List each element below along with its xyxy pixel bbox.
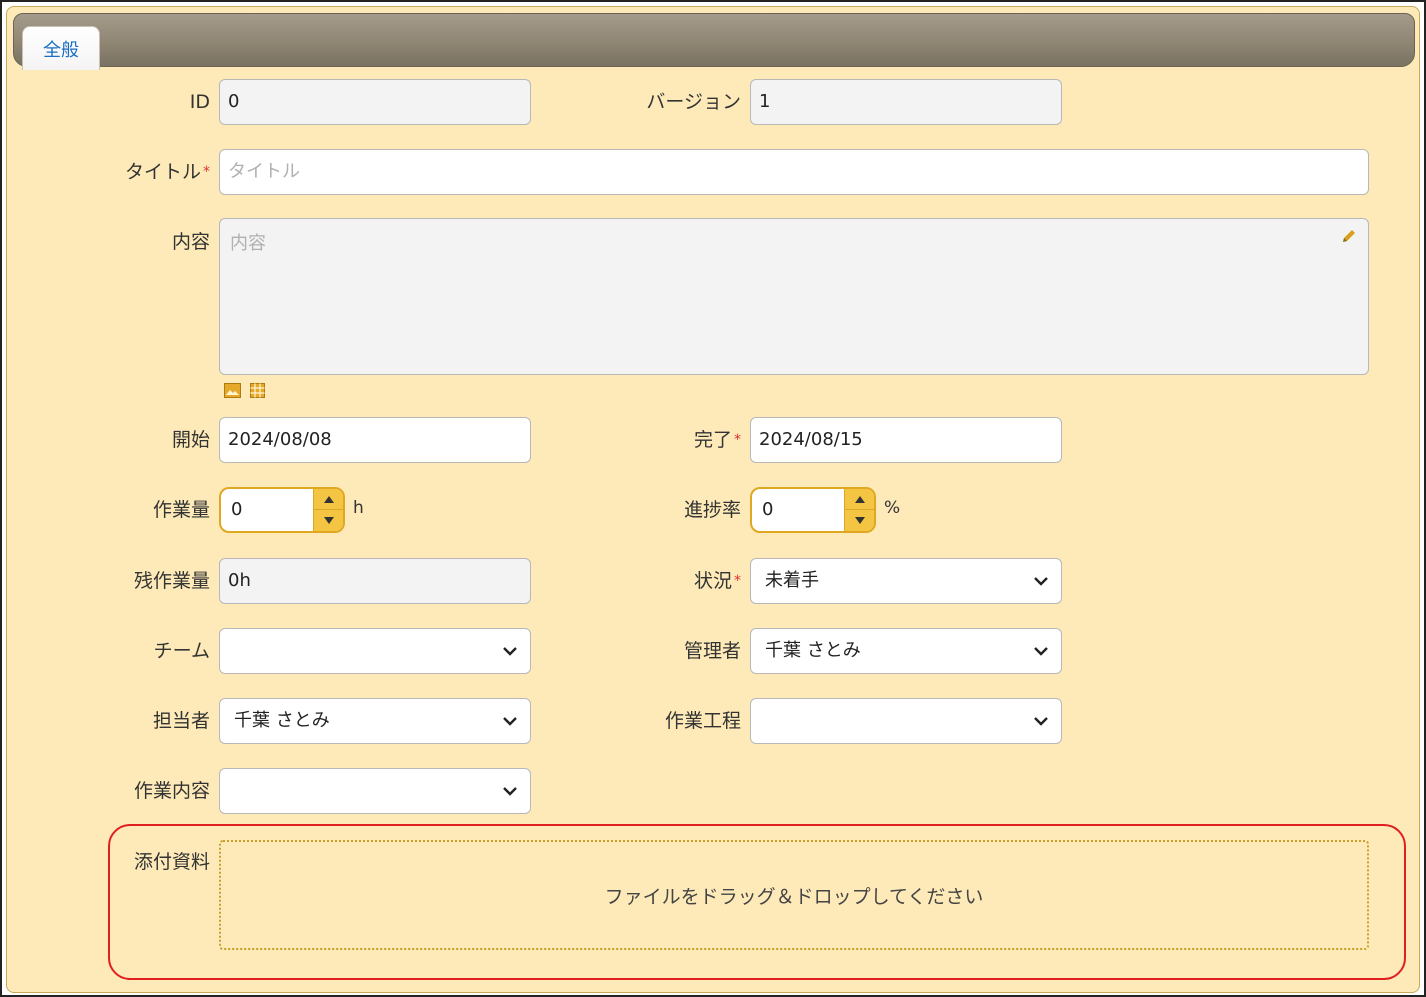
caret-down-icon[interactable] — [845, 510, 875, 531]
version-field[interactable]: 1 — [750, 79, 1062, 125]
tab-bar: 全般 — [13, 13, 1415, 70]
end-date-field[interactable]: 2024/08/15 — [750, 417, 1062, 463]
content-textarea[interactable]: 内容 — [219, 218, 1369, 375]
workload-unit: h — [353, 498, 364, 518]
required-mark: * — [203, 164, 210, 180]
required-mark: * — [734, 432, 741, 448]
chevron-down-icon — [1031, 699, 1051, 743]
remaining-label: 残作業量 — [133, 570, 210, 592]
workload-label: 作業量 — [152, 499, 210, 521]
file-dropzone[interactable]: ファイルをドラッグ＆ドロップしてください — [219, 840, 1369, 950]
pencil-icon[interactable] — [1340, 227, 1358, 250]
progress-stepper[interactable]: 0 — [750, 487, 876, 533]
chevron-down-icon — [500, 699, 520, 743]
id-field[interactable]: 0 — [219, 79, 531, 125]
remaining-field: 0h — [219, 558, 531, 604]
work-content-label: 作業内容 — [133, 780, 210, 802]
dropzone-text: ファイルをドラッグ＆ドロップしてください — [604, 885, 984, 908]
table-icon[interactable] — [250, 382, 265, 403]
chevron-down-icon — [1031, 629, 1051, 673]
start-date-field[interactable]: 2024/08/08 — [219, 417, 531, 463]
id-label: ID — [189, 91, 210, 113]
status-label: 状況 * — [693, 570, 741, 592]
chevron-down-icon — [500, 769, 520, 813]
end-label: 完了 * — [693, 429, 741, 451]
required-mark: * — [734, 573, 741, 589]
caret-down-icon[interactable] — [314, 510, 344, 531]
image-icon[interactable] — [224, 382, 241, 403]
progress-label: 進捗率 — [683, 499, 741, 521]
assignee-label: 担当者 — [152, 710, 210, 732]
team-select[interactable] — [219, 628, 531, 674]
title-label: タイトル * — [124, 161, 210, 183]
team-label: チーム — [153, 640, 210, 662]
process-label: 作業工程 — [664, 710, 741, 732]
content-label: 内容 — [171, 231, 210, 253]
manager-select[interactable]: 千葉 さとみ — [750, 628, 1062, 674]
status-select[interactable]: 未着手 — [750, 558, 1062, 604]
version-label: バージョン — [646, 91, 741, 113]
manager-label: 管理者 — [683, 640, 741, 662]
attachments-label: 添付資料 — [133, 851, 210, 873]
work-content-select[interactable] — [219, 768, 531, 814]
progress-unit: % — [884, 498, 901, 518]
assignee-select[interactable]: 千葉 さとみ — [219, 698, 531, 744]
caret-up-icon[interactable] — [314, 489, 344, 510]
start-label: 開始 — [171, 429, 210, 451]
chevron-down-icon — [500, 629, 520, 673]
caret-up-icon[interactable] — [845, 489, 875, 510]
tab-general[interactable]: 全般 — [22, 26, 100, 70]
process-select[interactable] — [750, 698, 1062, 744]
title-input[interactable]: タイトル — [219, 149, 1369, 195]
chevron-down-icon — [1031, 559, 1051, 603]
workload-stepper[interactable]: 0 — [219, 487, 345, 533]
